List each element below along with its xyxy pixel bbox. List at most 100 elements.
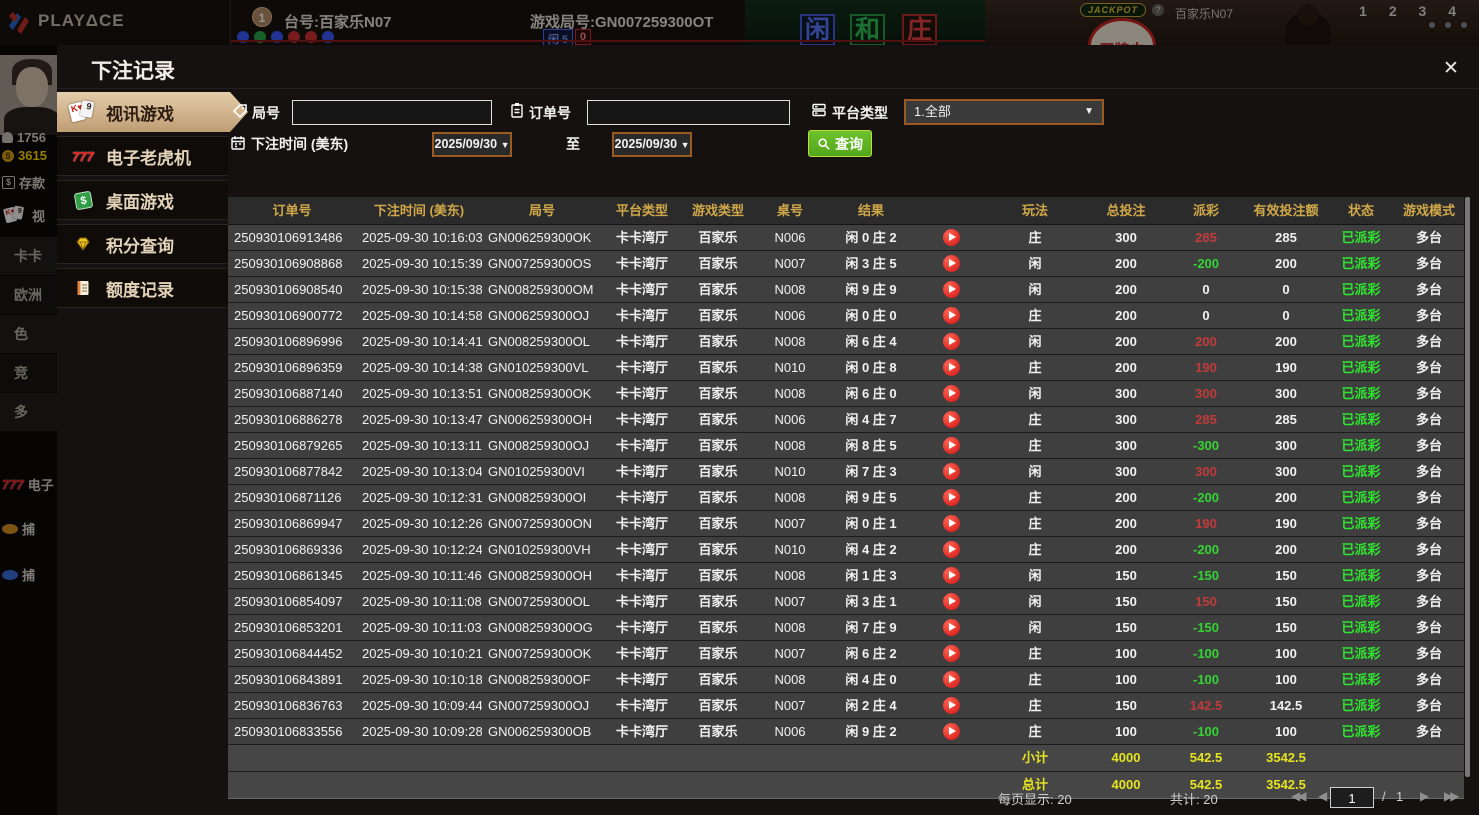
replay-button[interactable]: [942, 333, 960, 350]
cell-game: 百家乐: [698, 698, 738, 713]
replay-button[interactable]: [942, 463, 960, 480]
cell-status: 已派彩: [1341, 724, 1381, 739]
cell-round: GN007259300ON: [488, 516, 593, 531]
cell-payout: -100: [1192, 646, 1220, 661]
replay-button[interactable]: [942, 723, 960, 740]
replay-button[interactable]: [942, 359, 960, 376]
header-cell: 总投注: [1106, 203, 1146, 218]
cell-payout: -200: [1192, 542, 1220, 557]
page-number-input[interactable]: 1: [1330, 787, 1374, 808]
next-page-icon[interactable]: ▶: [1420, 789, 1429, 803]
cell-status: 已派彩: [1341, 360, 1381, 375]
cell-result: 闲 7 庄 9: [845, 620, 897, 635]
sidebar-item-video-games[interactable]: K♥ 9 视讯游戏: [57, 92, 248, 132]
header-cell: 局号: [528, 203, 555, 218]
sidebar-item-points[interactable]: 积分查询: [57, 224, 228, 264]
cell-time: 2025-09-30 10:09:44: [362, 698, 482, 713]
sidebar-item-table-games[interactable]: $ 桌面游戏: [57, 180, 228, 220]
cell-total: 200: [1115, 490, 1137, 505]
replay-button[interactable]: [942, 541, 960, 558]
replay-button[interactable]: [942, 671, 960, 688]
platform-select[interactable]: 1.全部 ▼: [904, 99, 1104, 125]
cell-round: GN008259300OG: [488, 620, 593, 635]
round-input[interactable]: [292, 100, 492, 125]
replay-button[interactable]: [942, 697, 960, 714]
replay-button[interactable]: [942, 411, 960, 428]
table-scrollbar[interactable]: [1465, 197, 1470, 777]
cell-game: 百家乐: [698, 282, 738, 297]
prev-page-icon[interactable]: ◀: [1318, 789, 1327, 803]
sidebar-item-credit-records[interactable]: 额度记录: [57, 268, 228, 308]
first-page-icon[interactable]: ◀◀: [1291, 789, 1307, 803]
cell-status: 已派彩: [1341, 620, 1381, 635]
header-cell: 订单号: [272, 203, 312, 218]
cell-time: 2025-09-30 10:15:39: [362, 256, 482, 271]
replay-button[interactable]: [942, 255, 960, 272]
cell-order: 250930106896359: [234, 360, 343, 375]
order-filter-label: 订单号: [529, 105, 571, 121]
cell-mode: 多台: [1415, 334, 1442, 349]
cell-order: 250930106887140: [234, 386, 343, 401]
cell-order: 250930106886278: [234, 412, 343, 427]
table-row: 250930106896359 2025-09-30 10:14:38 GN0102…: [228, 355, 1464, 381]
cell-round: GN007259300OK: [488, 646, 592, 661]
table-row: 250930106854097 2025-09-30 10:11:08 GN0072…: [228, 589, 1464, 615]
cell-play: [916, 225, 986, 250]
search-button[interactable]: 查询: [808, 130, 872, 157]
cell-result: 闲 9 庄 9: [845, 282, 897, 297]
cell-round: GN008259300OJ: [488, 438, 590, 453]
cell-payout: 150: [1195, 594, 1217, 609]
date-to-picker[interactable]: 2025/09/30 ▼: [612, 132, 692, 157]
document-icon: [69, 280, 97, 296]
cell-table: N008: [774, 568, 806, 583]
cell-time: 2025-09-30 10:14:38: [362, 360, 482, 375]
header-cell: 有效投注额: [1253, 203, 1319, 218]
cell-order: 250930106861345: [234, 568, 343, 583]
subtotal-payout: 542.5: [1189, 750, 1223, 765]
replay-button[interactable]: [942, 619, 960, 636]
cell-bet: 闲: [1028, 620, 1042, 635]
cell-valid: 150: [1275, 594, 1297, 609]
sidebar-item-label: 桌面游戏: [106, 192, 174, 212]
replay-button[interactable]: [942, 489, 960, 506]
cell-table: N006: [774, 412, 806, 427]
cell-round: GN008259300OI: [488, 490, 587, 505]
last-page-icon[interactable]: ▶▶: [1444, 789, 1460, 803]
cell-platform: 卡卡湾厅: [615, 698, 668, 713]
cell-round: GN010259300VL: [488, 360, 589, 375]
cell-table: N007: [774, 698, 806, 713]
header-cell: 状态: [1347, 203, 1374, 218]
cell-mode: 多台: [1415, 620, 1442, 635]
replay-button[interactable]: [942, 593, 960, 610]
cell-platform: 卡卡湾厅: [615, 568, 668, 583]
date-from-picker[interactable]: 2025/09/30 ▼: [432, 132, 512, 157]
table-row: 250930106833556 2025-09-30 10:09:28 GN0062…: [228, 719, 1464, 745]
replay-button[interactable]: [942, 229, 960, 246]
cell-table: N006: [774, 724, 806, 739]
cell-status: 已派彩: [1341, 230, 1381, 245]
table-row: 250930106896996 2025-09-30 10:14:41 GN0082…: [228, 329, 1464, 355]
cell-status: 已派彩: [1341, 698, 1381, 713]
modal-content: 局号 订单号 平台类型 1.全部 ▼ 下注时间 (美东) 2025/09/30 …: [228, 45, 1479, 815]
replay-button[interactable]: [942, 307, 960, 324]
replay-button[interactable]: [942, 437, 960, 454]
replay-button[interactable]: [942, 567, 960, 584]
cell-table: N010: [774, 464, 806, 479]
cell-round: GN008259300OF: [488, 672, 591, 687]
cell-play: [916, 381, 986, 406]
replay-button[interactable]: [942, 515, 960, 532]
cell-time: 2025-09-30 10:13:04: [362, 464, 482, 479]
cell-payout: 0: [1202, 282, 1210, 297]
cell-mode: 多台: [1415, 464, 1442, 479]
cell-game: 百家乐: [698, 646, 738, 661]
cell-payout: -200: [1192, 490, 1220, 505]
replay-button[interactable]: [942, 385, 960, 402]
cell-mode: 多台: [1415, 724, 1442, 739]
cell-table: N008: [774, 672, 806, 687]
sidebar-item-slots[interactable]: 777 电子老虎机: [57, 136, 228, 176]
order-input[interactable]: [587, 100, 790, 125]
replay-button[interactable]: [942, 645, 960, 662]
replay-button[interactable]: [942, 281, 960, 298]
cell-total: 200: [1115, 542, 1137, 557]
cell-order: 250930106896996: [234, 334, 343, 349]
